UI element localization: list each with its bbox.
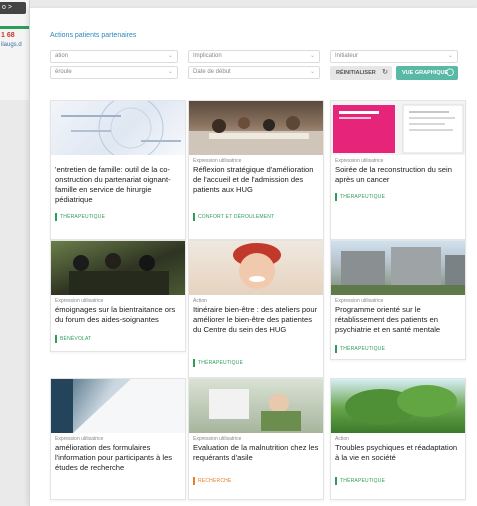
reset-button[interactable]: RÉINITIALISER ↻ <box>330 66 392 80</box>
card-category: Expression utilisatrice <box>55 298 104 304</box>
chevron-down-icon: ⌄ <box>167 53 173 59</box>
chevron-down-icon: ⌄ <box>309 53 315 59</box>
card-image <box>51 101 185 155</box>
filter-implication-label: Implication <box>193 53 222 59</box>
card-title[interactable]: émoignages sur la bientraitance ors du f… <box>51 304 185 325</box>
card-tag[interactable]: BÉNÉVOLAT <box>55 335 94 343</box>
filter-deroule[interactable]: éroule ⌄ <box>50 66 178 79</box>
card-5[interactable]: Action Itinéraire bien-être : des atelie… <box>188 240 324 378</box>
card-title[interactable]: Evaluation de la malnutrition chez les r… <box>189 442 323 463</box>
content-panel: Actions patients partenaires ation ⌄ Imp… <box>29 8 477 506</box>
card-image <box>331 241 465 295</box>
card-8[interactable]: Expression utilisatrice Evaluation de la… <box>188 378 324 500</box>
card-title[interactable]: 'entretien de famille: outil de la co-on… <box>51 164 185 205</box>
reset-button-label: RÉINITIALISER <box>336 70 376 76</box>
map-view-button[interactable]: VUE GRAPHIQUE ◯ <box>396 66 458 80</box>
card-category: Expression utilisatrice <box>193 436 242 442</box>
card-7[interactable]: Expression utilisatrice amélioration des… <box>50 378 186 500</box>
screen: o > 1 68 ilaugs.d Actions patients parte… <box>0 0 477 506</box>
card-title[interactable]: Itinéraire bien-être : des ateliers pour… <box>189 304 323 335</box>
background-number: 1 68 <box>1 32 15 39</box>
card-tag[interactable]: RECHERCHE <box>193 477 234 485</box>
card-tag[interactable]: THÉRAPEUTIQUE <box>55 213 108 221</box>
filter-action-label: ation <box>55 53 69 59</box>
filter-action[interactable]: ation ⌄ <box>50 50 178 63</box>
card-tag[interactable]: THÉRAPEUTIQUE <box>335 477 388 485</box>
card-title[interactable]: Programme orienté sur le rétablissement … <box>331 304 465 335</box>
chevron-down-icon: ⌄ <box>447 53 453 59</box>
card-tag[interactable]: THÉRAPEUTIQUE <box>335 345 388 353</box>
background-accent-bar <box>0 26 30 29</box>
chevron-down-icon: ⌄ <box>167 69 173 75</box>
card-image <box>51 241 185 295</box>
map-icon: ◯ <box>446 69 454 76</box>
card-tag[interactable]: CONFORT ET DÉROULEMENT <box>193 213 277 221</box>
filter-deroule-label: éroule <box>55 69 72 75</box>
map-view-button-label: VUE GRAPHIQUE <box>402 70 449 76</box>
card-category: Action <box>193 298 207 304</box>
card-category: Action <box>335 436 349 442</box>
card-category: Expression utilisatrice <box>55 436 104 442</box>
card-title[interactable]: amélioration des formulaires l'informati… <box>51 442 185 473</box>
background-tab[interactable]: o > <box>0 2 26 14</box>
card-9[interactable]: Action Troubles psychiques et réadaptati… <box>330 378 466 500</box>
card-3[interactable]: Expression utilisatrice Soirée de la rec… <box>330 100 466 240</box>
card-image <box>189 101 323 155</box>
card-image <box>189 379 323 433</box>
card-1[interactable]: 'entretien de famille: outil de la co-on… <box>50 100 186 240</box>
card-tag[interactable]: THÉRAPEUTIQUE <box>335 193 388 201</box>
card-title[interactable]: Soirée de la reconstruction du sein aprè… <box>331 164 465 185</box>
card-image <box>189 241 323 295</box>
card-4[interactable]: Expression utilisatrice émoignages sur l… <box>50 240 186 352</box>
filter-date-debut[interactable]: Date de début ⌄ <box>188 66 320 79</box>
card-title[interactable]: Réflexion stratégique d'amélioration de … <box>189 164 323 195</box>
background-window: o > 1 68 ilaugs.d <box>0 0 30 100</box>
chevron-down-icon: ⌄ <box>309 69 315 75</box>
card-tag[interactable]: THÉRAPEUTIQUE <box>193 359 246 367</box>
card-image <box>331 101 465 155</box>
card-image <box>331 379 465 433</box>
card-category: Expression utilisatrice <box>193 158 242 164</box>
card-6[interactable]: Expression utilisatrice Programme orient… <box>330 240 466 360</box>
page-title: Actions patients partenaires <box>50 32 137 39</box>
card-title[interactable]: Troubles psychiques et réadaptation à la… <box>331 442 465 463</box>
filter-initiateur[interactable]: Initiateur ⌄ <box>330 50 458 63</box>
card-category: Expression utilisatrice <box>335 158 384 164</box>
card-image <box>51 379 185 433</box>
filter-date-debut-label: Date de début <box>193 69 231 75</box>
filter-implication[interactable]: Implication ⌄ <box>188 50 320 63</box>
card-2[interactable]: Expression utilisatrice Réflexion straté… <box>188 100 324 240</box>
card-category <box>51 155 185 164</box>
refresh-icon: ↻ <box>382 69 388 76</box>
card-category: Expression utilisatrice <box>335 298 384 304</box>
filter-initiateur-label: Initiateur <box>335 53 359 59</box>
background-link[interactable]: ilaugs.d <box>1 42 22 48</box>
